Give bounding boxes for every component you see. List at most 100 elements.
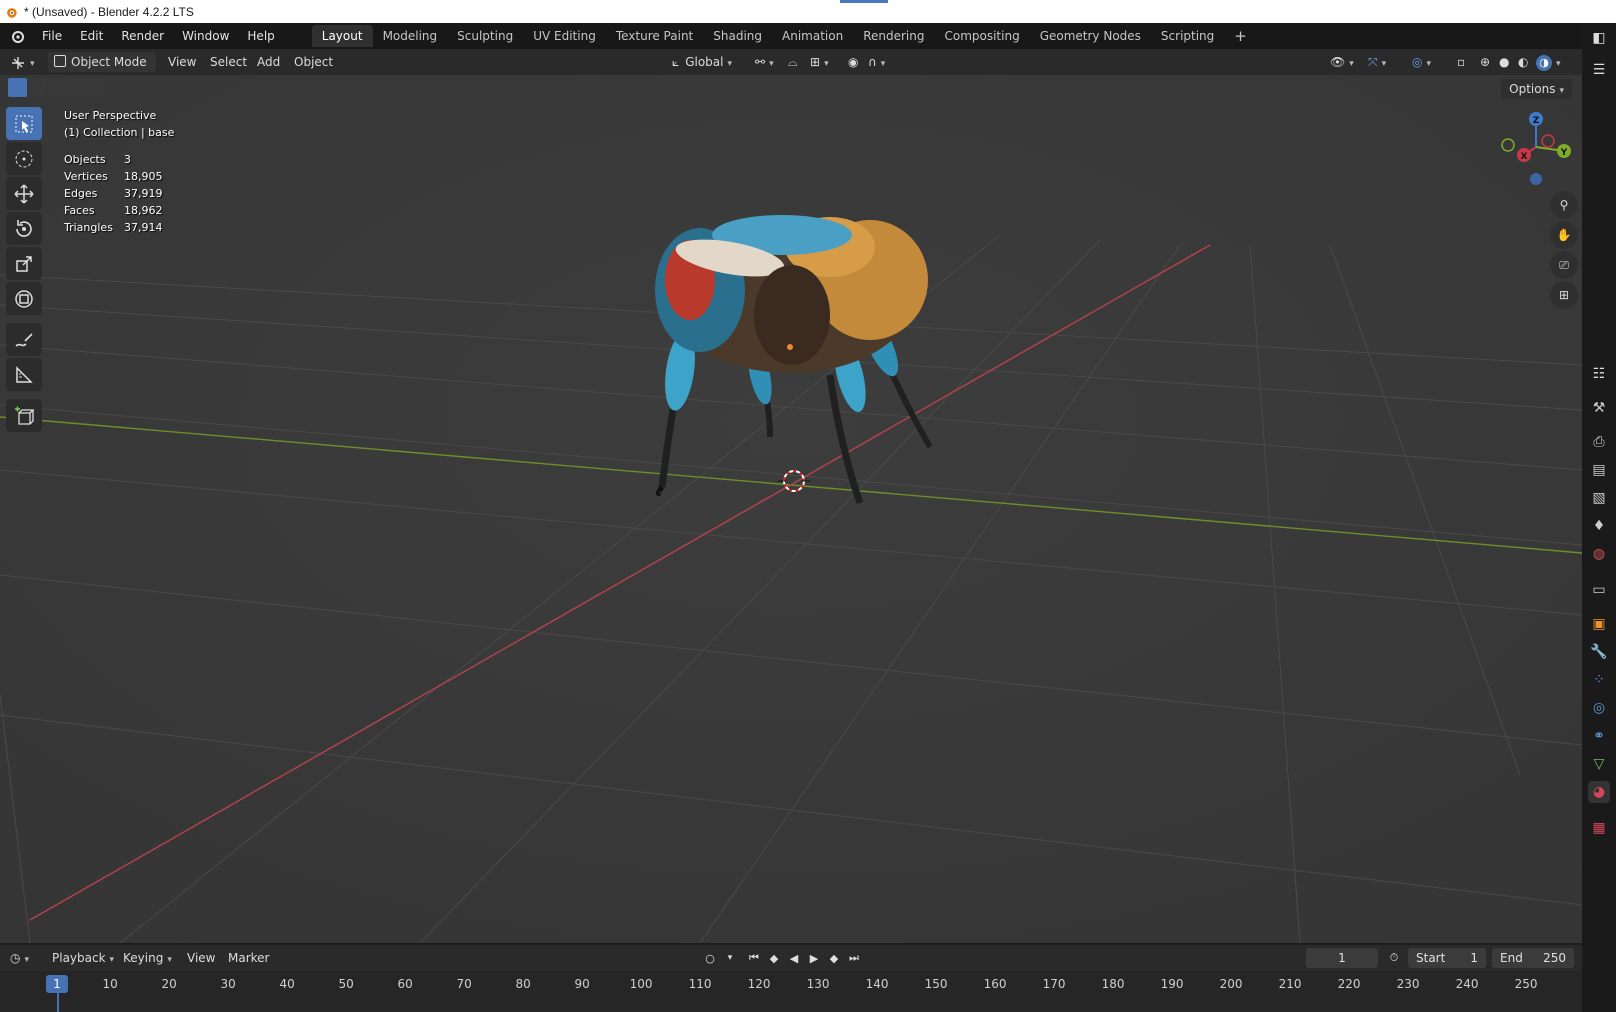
pan-button[interactable]: ✋ [1550,221,1578,249]
tab-particles[interactable]: ⁘ [1588,669,1610,691]
proportional-edit-toggle[interactable]: ◉ [848,52,858,72]
select-extend-button[interactable] [28,78,47,97]
current-frame-field[interactable]: 1 [1306,948,1378,968]
tool-annotate[interactable] [6,323,42,356]
tab-tool[interactable]: ⚒ [1588,397,1610,419]
prev-keyframe-button[interactable]: ◆ [766,950,782,966]
options-dropdown[interactable]: Options ▾ [1501,79,1572,99]
tab-modifiers[interactable]: 🔧 [1588,641,1610,663]
properties-menu-button[interactable]: ☷ [1588,363,1610,385]
tool-scale[interactable] [6,247,42,280]
menu-object[interactable]: Object [294,52,333,72]
timeline-ruler[interactable]: 1 10 20 30 40 50 60 70 80 90 100 110 120 130 140 150 160… [0,971,1582,1012]
tab-uv-editing[interactable]: UV Editing [523,25,606,47]
menu-view[interactable]: View [168,52,196,72]
shading-material-button[interactable]: ◐ [1518,52,1528,72]
navigation-gizmo[interactable]: Z X Y [1494,107,1576,189]
tab-render[interactable]: ⎙ [1588,431,1610,453]
menu-edit[interactable]: Edit [71,25,112,47]
select-difference-button[interactable] [68,78,87,97]
tab-rendering[interactable]: Rendering [853,25,934,47]
select-new-button[interactable] [8,78,27,97]
tab-material[interactable]: ◕ [1588,781,1610,803]
add-workspace-button[interactable]: + [1224,25,1257,47]
zoom-button[interactable]: ⚲ [1550,191,1578,219]
tab-modeling[interactable]: Modeling [373,25,448,47]
tab-shading[interactable]: Shading [703,25,772,47]
tool-transform[interactable] [6,282,42,315]
tab-constraints[interactable]: ⚭ [1588,725,1610,747]
ortho-toggle-button[interactable]: ⊞ [1550,281,1578,309]
tool-select-box[interactable] [6,107,42,140]
start-label: Start [1416,951,1446,965]
tab-texture-paint[interactable]: Texture Paint [606,25,703,47]
tab-animation[interactable]: Animation [772,25,853,47]
auto-keying-options[interactable]: ▾ [722,950,738,966]
view-layer-icon: ▧ [1592,490,1606,506]
tab-compositing[interactable]: Compositing [934,25,1029,47]
camera-view-button[interactable]: ⎚ [1550,251,1578,279]
snap-target-button[interactable]: ⊞ ▾ [810,52,829,72]
shading-wireframe-button[interactable]: ⊕ [1480,52,1490,72]
properties-editor-type-button[interactable]: ◧ [1588,27,1610,49]
select-subtract-button[interactable] [48,78,67,97]
transform-orientation-dropdown[interactable]: ⟀ Global ▾ [672,52,732,72]
menu-file[interactable]: File [33,25,71,47]
tab-scripting[interactable]: Scripting [1151,25,1224,47]
tab-physics[interactable]: ◎ [1588,697,1610,719]
next-keyframe-button[interactable]: ◆ [826,950,842,966]
outliner-toggle-button[interactable]: ☰ [1588,59,1610,81]
jump-to-start-button[interactable]: ⏮ [746,950,762,966]
3d-viewport[interactable]: Options ▾ User Perspective (1) Collectio… [0,75,1582,943]
select-intersect-button[interactable] [88,78,107,97]
tool-add-cube[interactable] [6,399,42,432]
tab-collection[interactable]: ▭ [1588,579,1610,601]
menu-help[interactable]: Help [238,25,283,47]
auto-keying-toggle[interactable]: ○ [702,950,718,966]
proportional-icon: ◉ [848,55,859,69]
tool-cursor[interactable] [6,142,42,175]
tab-view-layer[interactable]: ▧ [1588,487,1610,509]
blender-menu-icon[interactable] [9,28,25,44]
tab-world[interactable]: ◍ [1588,543,1610,565]
tool-rotate[interactable] [6,212,42,245]
gizmo-toggle[interactable]: ⤧ ▾ [1368,52,1386,72]
shading-rendered-button[interactable]: ◑ ▾ [1536,52,1561,72]
timeline-editor-type-button[interactable]: ◷ ▾ [10,948,29,968]
tool-measure[interactable] [6,358,42,391]
overlay-toggle[interactable]: ◎ ▾ [1412,52,1431,72]
preview-range-toggle[interactable]: ⏱ [1386,950,1402,966]
jump-to-end-button[interactable]: ⏭ [846,950,862,966]
keying-dropdown[interactable]: Keying ▾ [123,948,172,968]
menu-window[interactable]: Window [173,25,238,47]
start-frame-field[interactable]: Start 1 [1408,948,1486,968]
select-mode-buttons [8,78,108,98]
tab-scene[interactable]: ♦ [1588,515,1610,537]
xray-toggle[interactable]: ▫ [1457,52,1465,72]
end-frame-field[interactable]: End 250 [1492,948,1574,968]
visibility-button[interactable]: 👁 ▾ [1330,52,1354,72]
tab-output[interactable]: ▤ [1588,459,1610,481]
snap-toggle[interactable]: ⌓ [788,52,798,72]
timeline-menu-marker[interactable]: Marker [228,948,269,968]
shading-solid-button[interactable]: ● [1499,52,1509,72]
tab-data[interactable]: ▽ [1588,753,1610,775]
object-mode-dropdown[interactable]: Object Mode▾ [48,52,156,89]
tool-move[interactable] [6,177,42,210]
tab-texture[interactable]: ▦ [1588,817,1610,839]
tab-layout[interactable]: Layout [311,25,373,47]
editor-type-button[interactable]: ▾ [10,52,35,72]
tab-geometry-nodes[interactable]: Geometry Nodes [1030,25,1151,47]
play-button[interactable]: ▶ [806,950,822,966]
menu-render[interactable]: Render [112,25,173,47]
play-reverse-button[interactable]: ◀ [786,950,802,966]
playback-dropdown[interactable]: Playback ▾ [52,948,114,968]
tab-sculpting[interactable]: Sculpting [447,25,523,47]
timeline-menu-view[interactable]: View [187,948,215,968]
menu-select[interactable]: Select [210,52,247,72]
pivot-point-button[interactable]: ⚯ ▾ [755,52,774,72]
falloff-button[interactable]: ∩ ▾ [868,52,885,72]
timeline-tick-label: 100 [629,977,653,991]
menu-add[interactable]: Add [257,52,280,72]
tab-object[interactable]: ▣ [1588,613,1610,635]
